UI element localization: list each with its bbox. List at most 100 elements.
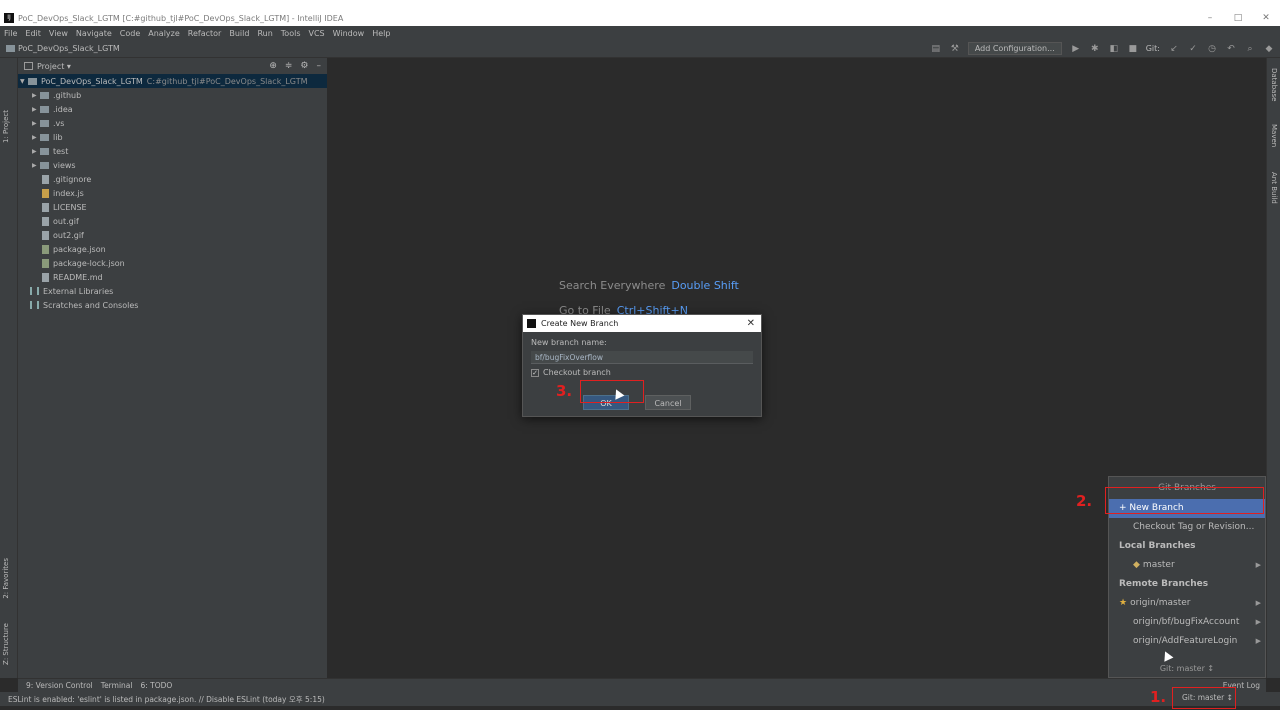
tab-maven[interactable]: Maven — [1270, 124, 1278, 147]
dialog-close-icon[interactable]: ✕ — [747, 318, 755, 329]
stop-icon[interactable]: ■ — [1128, 44, 1138, 54]
menu-code[interactable]: Code — [120, 29, 140, 38]
breadcrumb[interactable]: PoC_DevOps_Slack_LGTM — [0, 44, 120, 53]
tree-folder[interactable]: ▶ views — [18, 158, 327, 172]
hammer-icon[interactable]: ⚒ — [950, 44, 960, 54]
close-window-button[interactable]: ✕ — [1252, 13, 1280, 23]
navigation-toolbar: PoC_DevOps_Slack_LGTM ▤ ⚒ Add Configurat… — [0, 40, 1280, 58]
tab-project[interactable]: 1: Project — [2, 110, 10, 143]
checkbox-checked-icon[interactable]: ✓ — [531, 368, 539, 377]
tree-external-libraries[interactable]: External Libraries — [18, 284, 327, 298]
update-project-icon[interactable]: ↙ — [1169, 44, 1179, 54]
json-file-icon — [42, 258, 49, 268]
menu-window[interactable]: Window — [333, 29, 365, 38]
tree-file[interactable]: package.json — [18, 242, 327, 256]
menu-view[interactable]: View — [49, 29, 68, 38]
checkout-branch-label: Checkout branch — [543, 368, 611, 377]
menu-edit[interactable]: Edit — [25, 29, 41, 38]
branch-name-label: New branch name: — [531, 338, 607, 347]
remote-branch-addfeature[interactable]: origin/AddFeatureLogin ▶ — [1109, 632, 1265, 651]
expand-right-icon[interactable]: ▶ — [32, 92, 40, 99]
tree-file[interactable]: index.js — [18, 186, 327, 200]
menu-file[interactable]: File — [4, 29, 17, 38]
tree-file[interactable]: README.md — [18, 270, 327, 284]
tab-favorites[interactable]: 2: Favorites — [2, 558, 10, 599]
locate-icon[interactable]: ⊕ — [269, 61, 277, 71]
project-view-selector[interactable]: Project ▾ — [37, 62, 71, 71]
title-bar: IJ PoC_DevOps_Slack_LGTM [C:#github_tjl#… — [0, 10, 1280, 26]
debug-icon[interactable]: ✱ — [1090, 44, 1100, 54]
branch-name: master — [1142, 560, 1175, 570]
checkout-tag-item[interactable]: Checkout Tag or Revision... — [1109, 518, 1265, 537]
tree-file[interactable]: LICENSE — [18, 200, 327, 214]
tree-file[interactable]: out2.gif — [18, 228, 327, 242]
minimize-button[interactable]: – — [1196, 13, 1224, 23]
folder-icon — [40, 133, 49, 141]
submenu-arrow-icon: ▶ — [1255, 618, 1261, 626]
tree-scratches[interactable]: Scratches and Consoles — [18, 298, 327, 312]
tree-root[interactable]: ▼ PoC_DevOps_Slack_LGTM C:#github_tjl#Po… — [18, 74, 327, 88]
history-icon[interactable]: ◷ — [1207, 44, 1217, 54]
cancel-button[interactable]: Cancel — [645, 395, 691, 410]
tree-folder[interactable]: ▶ .idea — [18, 102, 327, 116]
tab-structure[interactable]: Z: Structure — [2, 623, 10, 665]
expand-right-icon[interactable]: ▶ — [32, 120, 40, 127]
layout-icon[interactable]: ▤ — [931, 44, 941, 54]
status-message[interactable]: ESLint is enabled: 'eslint' is listed in… — [8, 694, 325, 705]
tab-ant-build[interactable]: Ant Build — [1270, 172, 1278, 204]
root-path: C:#github_tjl#PoC_DevOps_Slack_LGTM — [146, 76, 308, 86]
menu-vcs[interactable]: VCS — [309, 29, 325, 38]
dialog-title: Create New Branch — [541, 319, 619, 328]
remote-branch-origin-master[interactable]: ★ origin/master ▶ — [1109, 594, 1265, 613]
text-file-icon — [42, 174, 49, 184]
run-icon[interactable]: ▶ — [1071, 44, 1081, 54]
search-icon[interactable]: ⌕ — [1245, 44, 1255, 54]
menu-navigate[interactable]: Navigate — [76, 29, 112, 38]
checkout-branch-checkbox[interactable]: ✓ Checkout branch — [531, 368, 753, 377]
tab-database[interactable]: Database — [1270, 68, 1278, 101]
tab-todo[interactable]: 6: TODO — [140, 681, 172, 690]
tree-file[interactable]: .gitignore — [18, 172, 327, 186]
menu-run[interactable]: Run — [257, 29, 272, 38]
maximize-button[interactable]: □ — [1224, 13, 1252, 23]
remote-branch-bugfix[interactable]: origin/bf/bugFixAccount ▶ — [1109, 613, 1265, 632]
tree-folder[interactable]: ▶ .vs — [18, 116, 327, 130]
folder-name: .idea — [53, 104, 73, 114]
expand-down-icon[interactable]: ▼ — [20, 78, 28, 85]
tab-version-control[interactable]: 9: Version Control — [26, 681, 93, 690]
window-title: PoC_DevOps_Slack_LGTM [C:#github_tjl#PoC… — [18, 13, 344, 23]
breadcrumb-project[interactable]: PoC_DevOps_Slack_LGTM — [18, 44, 120, 53]
tree-file[interactable]: package-lock.json — [18, 256, 327, 270]
collapse-all-icon[interactable]: ≑ — [285, 61, 293, 71]
rollback-icon[interactable]: ↶ — [1226, 44, 1236, 54]
hide-icon[interactable]: – — [317, 61, 322, 71]
tree-file[interactable]: out.gif — [18, 214, 327, 228]
expand-right-icon[interactable]: ▶ — [32, 148, 40, 155]
gear-icon[interactable]: ⚙ — [300, 61, 308, 71]
local-branch-master[interactable]: ◆ master ▶ — [1109, 556, 1265, 575]
menu-tools[interactable]: Tools — [281, 29, 301, 38]
git-toolbar-label: Git: — [1145, 44, 1160, 53]
tree-folder[interactable]: ▶ test — [18, 144, 327, 158]
tree-folder[interactable]: ▶ .github — [18, 88, 327, 102]
commit-icon[interactable]: ✓ — [1188, 44, 1198, 54]
file-name: package-lock.json — [53, 258, 125, 268]
expand-right-icon[interactable]: ▶ — [32, 134, 40, 141]
tree-folder[interactable]: ▶ lib — [18, 130, 327, 144]
tab-terminal[interactable]: Terminal — [101, 681, 133, 690]
annotation-box-step2 — [1105, 487, 1264, 514]
coverage-icon[interactable]: ◧ — [1109, 44, 1119, 54]
branch-name-input[interactable]: bf/bugFixOverflow — [531, 351, 753, 364]
expand-right-icon[interactable]: ▶ — [32, 106, 40, 113]
menu-help[interactable]: Help — [372, 29, 390, 38]
expand-right-icon[interactable]: ▶ — [32, 162, 40, 169]
menu-build[interactable]: Build — [229, 29, 249, 38]
menu-refactor[interactable]: Refactor — [188, 29, 222, 38]
menu-analyze[interactable]: Analyze — [148, 29, 180, 38]
dialog-title-bar: Create New Branch ✕ — [523, 315, 761, 332]
menu-bar: File Edit View Navigate Code Analyze Ref… — [0, 26, 1280, 40]
add-configuration-button[interactable]: Add Configuration... — [967, 42, 1062, 55]
right-tool-stripe: Database Maven Ant Build — [1266, 58, 1280, 678]
ide-features-icon[interactable]: ◆ — [1264, 44, 1274, 54]
branch-name: origin/master — [1130, 598, 1191, 608]
